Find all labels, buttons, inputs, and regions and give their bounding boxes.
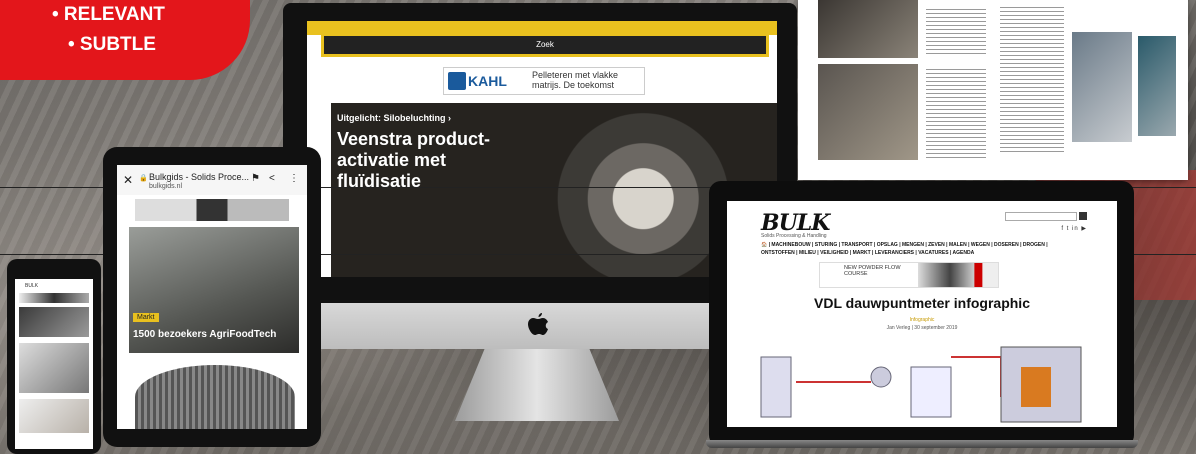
card-title[interactable]: 1500 bezoekers AgriFoodTech: [133, 329, 276, 340]
kahl-tagline: Pelleteren met vlakke matrijs. De toekom…: [532, 70, 619, 90]
tablet-screen: ✕ 🔒 Bulkgids - Solids Proce... bulkgids.…: [117, 165, 307, 429]
close-icon[interactable]: ✕: [123, 173, 133, 187]
menu-icon[interactable]: ⋮: [289, 173, 299, 184]
search-icon[interactable]: [1079, 212, 1087, 220]
phone-device: BULK: [7, 259, 101, 454]
magazine-spread: [798, 0, 1188, 180]
tab-url: bulkgids.nl: [149, 183, 183, 190]
magazine-page-right: [998, 0, 1178, 170]
article-meta: Jan Verleg | 30 september 2019: [886, 325, 958, 331]
browser-bar: ✕ 🔒 Bulkgids - Solids Proce... bulkgids.…: [117, 165, 307, 195]
apple-logo-icon: [528, 313, 548, 335]
feature-badge: • RELEVANT • SUBTLE: [0, 0, 250, 80]
kahl-ad-banner[interactable]: KAHL Pelleteren met vlakke matrijs. De t…: [443, 67, 645, 95]
ad-image: [918, 263, 998, 287]
tab-title: Bulkgids - Solids Proce...: [149, 172, 250, 182]
featured-title[interactable]: Veenstra product-activatie met fluïdisat…: [337, 129, 507, 192]
powder-course-ad[interactable]: NEW POWDER FLOW COURSE: [819, 262, 999, 288]
laptop-device: BULK Solids Processing & Handling f t in…: [709, 181, 1134, 447]
bulk-subtitle: Solids Processing & Handling: [761, 233, 827, 239]
share-icon[interactable]: <: [269, 173, 275, 184]
main-nav[interactable]: 🏠 | MACHINEBOUW | STURING | TRANSPORT | …: [761, 241, 1081, 257]
kahl-brand: KAHL: [468, 73, 507, 89]
phone-ad[interactable]: [19, 293, 89, 303]
kahl-logo-icon: [448, 72, 466, 90]
infographic-diagram: [760, 346, 1082, 423]
drum-image[interactable]: [135, 365, 295, 429]
phone-logo: BULK: [25, 283, 39, 289]
social-icons[interactable]: f t in ▶: [1061, 225, 1087, 232]
article-title: VDL dauwpuntmeter infographic: [814, 295, 1030, 311]
desktop-screen: Zoek KAHL Pelleteren met vlakke matrijs.…: [307, 21, 777, 277]
ad-text: NEW POWDER FLOW COURSE: [844, 265, 901, 277]
tablet-device: ✕ 🔒 Bulkgids - Solids Proce... bulkgids.…: [103, 147, 321, 447]
bookmark-icon[interactable]: ⚑: [251, 173, 260, 184]
featured-tag[interactable]: Uitgelicht: Silobeluchting ›: [337, 113, 451, 123]
lock-icon: 🔒: [139, 175, 148, 182]
search-button[interactable]: Zoek: [321, 33, 769, 57]
search-input[interactable]: [1005, 212, 1077, 221]
laptop-screen: BULK Solids Processing & Handling f t in…: [727, 201, 1117, 427]
phone-article-image[interactable]: [19, 307, 89, 337]
article-category[interactable]: Infographic: [727, 317, 1117, 323]
category-badge: Markt: [133, 313, 159, 322]
phone-article-image[interactable]: [19, 399, 89, 433]
news-card[interactable]: Markt 1500 bezoekers AgriFoodTech: [129, 227, 299, 353]
magazine-page-left: [818, 0, 988, 170]
phone-screen: BULK: [15, 279, 93, 449]
badge-item-subtle: • SUBTLE: [68, 34, 156, 55]
phone-article-image[interactable]: [19, 343, 89, 393]
powder-course-ad[interactable]: [135, 199, 289, 221]
badge-item-relevant: • RELEVANT: [52, 4, 165, 25]
laptop-base: [706, 440, 1138, 448]
